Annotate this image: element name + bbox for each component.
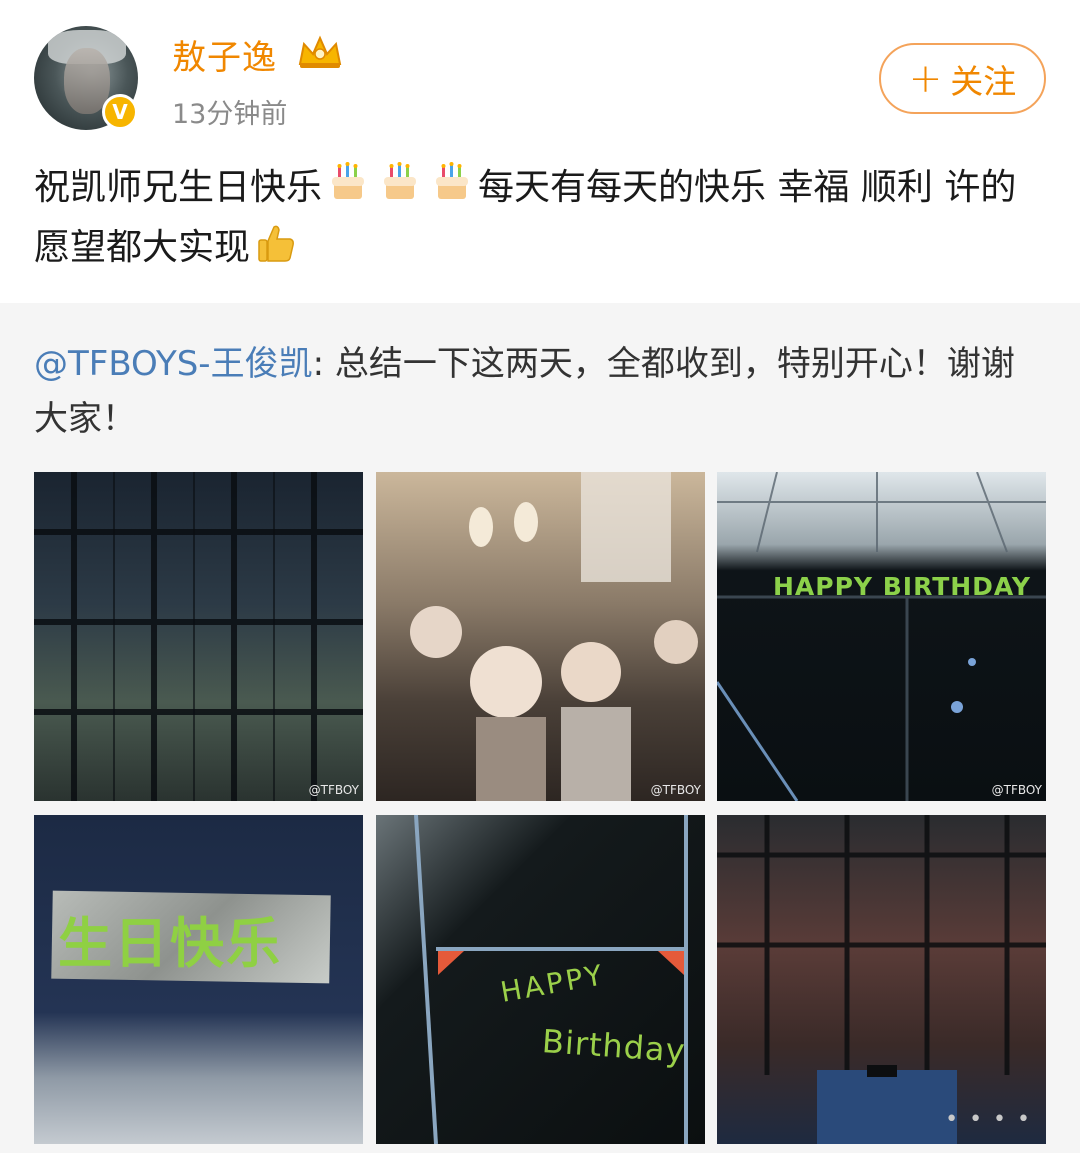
- photo-thumbnail[interactable]: HAPPY BIRTHDAY @TFBOY: [717, 472, 1046, 801]
- follow-label: 关注: [950, 61, 1017, 101]
- repost-text: @TFBOYS-王俊凯: 总结一下这两天，全都收到，特别开心！谢谢大家！: [34, 337, 1034, 447]
- watermark: @TFBOY: [991, 783, 1042, 797]
- photo-thumbnail[interactable]: 生日快乐: [34, 815, 363, 1144]
- arena-seats-graphic: [717, 815, 1046, 1144]
- photo-grid: @TFBOY @TFBOY HAPPY BIRTHDAY @TFBOY 生日快乐…: [34, 472, 1046, 1144]
- photo-thumbnail[interactable]: • • • •: [717, 815, 1046, 1144]
- watermark: @TFBOY: [650, 783, 701, 797]
- birthday-cake-icon: [436, 162, 469, 199]
- verified-badge-icon: V: [102, 94, 138, 130]
- post-text-part1: 祝凯师兄生日快乐: [34, 167, 323, 208]
- group-selfie-graphic: [410, 472, 698, 801]
- photo-thumbnail[interactable]: HAPPY Birthday: [376, 815, 705, 1144]
- photo-thumbnail[interactable]: @TFBOY: [376, 472, 705, 801]
- arena-stage-graphic: [717, 472, 1046, 801]
- photo-banner-text: HAPPY BIRTHDAY: [773, 572, 1031, 601]
- crown-icon: [298, 35, 342, 68]
- birthday-cake-icon: [332, 162, 365, 199]
- birthday-cake-icon: [384, 162, 417, 199]
- repost-card[interactable]: @TFBOYS-王俊凯: 总结一下这两天，全都收到，特别开心！谢谢大家！ @TF…: [0, 303, 1080, 1153]
- post-time: 13分钟前: [172, 99, 288, 130]
- photo-thumbnail[interactable]: @TFBOY: [34, 472, 363, 801]
- photo-tape-text: 生日快乐: [58, 912, 282, 975]
- stage-grid-graphic: [34, 472, 363, 801]
- username[interactable]: 敖子逸: [172, 30, 277, 79]
- plus-icon: +: [908, 55, 943, 102]
- watermark: @TFBOY: [308, 783, 359, 797]
- thumbs-up-icon: [258, 225, 294, 262]
- repost-author-link[interactable]: @TFBOYS-王俊凯: [34, 344, 313, 384]
- follow-button[interactable]: + 关注: [879, 43, 1046, 114]
- more-dots-icon: • • • •: [945, 1107, 1032, 1132]
- post-text: 祝凯师兄生日快乐 每天有每天的快乐 幸福 顺利 许的愿望都大实现: [34, 158, 1049, 278]
- post-header: V 敖子逸 13分钟前 + 关注: [0, 0, 1080, 150]
